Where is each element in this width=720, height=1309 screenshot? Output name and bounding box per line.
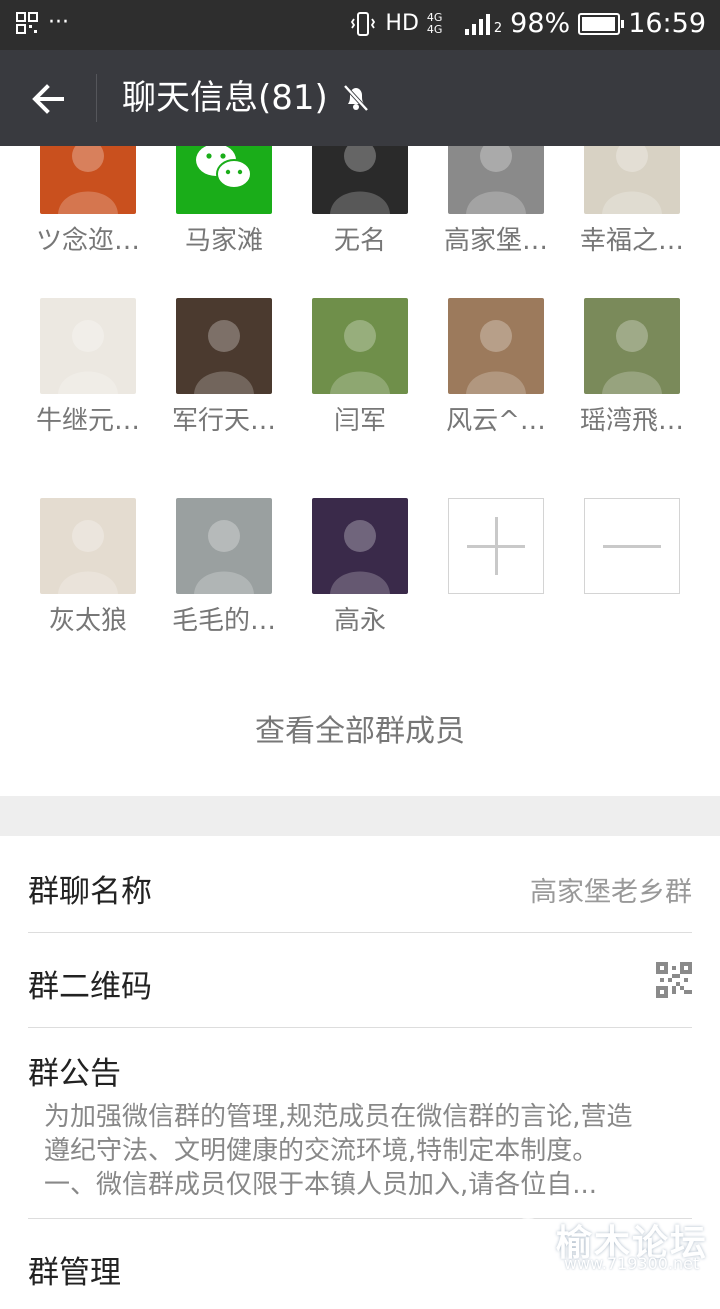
member-item[interactable]: 闫军 [292, 298, 428, 437]
network-label: HD [385, 11, 419, 36]
person-silhouette-icon [330, 146, 390, 214]
member-name: 瑶湾飛… [579, 406, 684, 436]
person-silhouette-icon [58, 320, 118, 394]
member-item[interactable]: 牛继元… [20, 298, 156, 437]
member-avatar [40, 298, 136, 394]
forum-watermark: 榆木论坛 www.719300.net [504, 1210, 714, 1274]
member-grid: 查看全部群成员 ツ念迩… 马家滩 无名 高家堡… 幸福之… 牛继元… 军行天… 闫军 风云^… 瑶… [0, 146, 720, 796]
notice-line: 一、微信群成员仅限于本镇人员加入,请各位自... [44, 1170, 598, 1200]
person-silhouette-icon [602, 320, 662, 394]
watermark-url: www.719300.net [564, 1254, 700, 1273]
member-avatar [584, 146, 680, 214]
group-qr-label: 群二维码 [28, 969, 152, 1005]
clock: 16:59 [628, 8, 706, 39]
member-item[interactable]: 毛毛的… [156, 498, 292, 637]
member-name: 军行天… [171, 406, 276, 436]
group-notice-label: 群公告 [28, 1056, 121, 1092]
group-name-value: 高家堡老乡群 [530, 877, 692, 908]
member-name: 闫军 [333, 406, 386, 436]
person-silhouette-icon [194, 520, 254, 594]
group-manage-label: 群管理 [28, 1255, 121, 1291]
member-avatar [176, 146, 272, 214]
member-item[interactable]: 无名 [292, 146, 428, 257]
battery-level [582, 16, 616, 31]
member-name: 风云^… [446, 406, 546, 436]
member-avatar [312, 498, 408, 594]
member-avatar [176, 498, 272, 594]
view-all-members-link[interactable]: 查看全部群成员 [0, 706, 720, 750]
mute-bell-icon [343, 84, 369, 112]
person-silhouette-icon [602, 146, 662, 214]
title-divider [96, 74, 97, 122]
member-name: 幸福之… [579, 226, 684, 256]
member-item[interactable]: 风云^… [428, 298, 564, 437]
member-avatar [40, 498, 136, 594]
member-name: 马家滩 [184, 226, 263, 256]
member-avatar [448, 146, 544, 214]
member-avatar [312, 146, 408, 214]
qr-code-icon [656, 962, 692, 998]
network-type-label: 4G 4G [426, 10, 443, 36]
group-notice-content: 为加强微信群的管理,规范成员在微信群的言论,营造 遵纪守法、文明健康的交流环境,… [44, 1100, 684, 1202]
member-avatar [312, 298, 408, 394]
sim-slot-label: 2 [493, 21, 503, 36]
person-silhouette-icon [466, 146, 526, 214]
member-name: 高家堡… [443, 226, 548, 256]
member-name: 毛毛的… [171, 606, 276, 636]
person-silhouette-icon [330, 320, 390, 394]
remove-member-button[interactable] [584, 498, 680, 594]
notice-line: 为加强微信群的管理,规范成员在微信群的言论,营造 [44, 1102, 633, 1132]
member-item[interactable]: 高家堡… [428, 146, 564, 257]
member-avatar [176, 298, 272, 394]
add-member-button[interactable] [448, 498, 544, 594]
notice-line: 遵纪守法、文明健康的交流环境,特制定本制度。 [44, 1136, 599, 1166]
qr-scan-icon [16, 12, 38, 34]
member-item[interactable]: 幸福之… [564, 146, 700, 257]
member-item[interactable]: 高永 [292, 498, 428, 637]
member-name: 灰太狼 [48, 606, 127, 636]
member-item[interactable]: 马家滩 [156, 146, 292, 257]
member-avatar [40, 146, 136, 214]
member-item[interactable]: ツ念迩… [20, 146, 156, 257]
battery-percent: 98% [510, 8, 571, 39]
status-bar: ··· HD 4G 4G 2 98% 16:59 [0, 0, 720, 50]
member-name: 牛继元… [35, 406, 140, 436]
person-silhouette-icon [194, 320, 254, 394]
wechat-logo-icon [196, 146, 252, 189]
member-avatar [448, 298, 544, 394]
member-name: 高永 [333, 606, 386, 636]
title-bar: 聊天信息(81) [0, 50, 720, 146]
group-notice-row[interactable]: 群公告 为加强微信群的管理,规范成员在微信群的言论,营造 遵纪守法、文明健康的交… [28, 1028, 692, 1219]
group-name-row[interactable]: 群聊名称 高家堡老乡群 [28, 836, 692, 933]
section-divider [0, 796, 720, 836]
back-arrow-icon[interactable] [26, 76, 72, 122]
member-name: ツ念迩… [35, 226, 140, 256]
signal-icon [464, 13, 490, 35]
vibrate-icon [351, 11, 376, 36]
person-silhouette-icon [466, 320, 526, 394]
battery-icon [578, 12, 625, 35]
member-name: 无名 [333, 226, 386, 256]
person-silhouette-icon [58, 146, 118, 214]
more-dots-icon: ··· [48, 10, 69, 35]
page-title: 聊天信息(81) [122, 78, 328, 118]
group-qr-row[interactable]: 群二维码 [28, 933, 692, 1028]
member-item[interactable]: 军行天… [156, 298, 292, 437]
member-item[interactable]: 瑶湾飛… [564, 298, 700, 437]
member-avatar [584, 298, 680, 394]
forum-logo-icon [506, 1218, 550, 1262]
person-silhouette-icon [330, 520, 390, 594]
group-name-label: 群聊名称 [28, 874, 152, 910]
person-silhouette-icon [58, 520, 118, 594]
member-item[interactable]: 灰太狼 [20, 498, 156, 637]
